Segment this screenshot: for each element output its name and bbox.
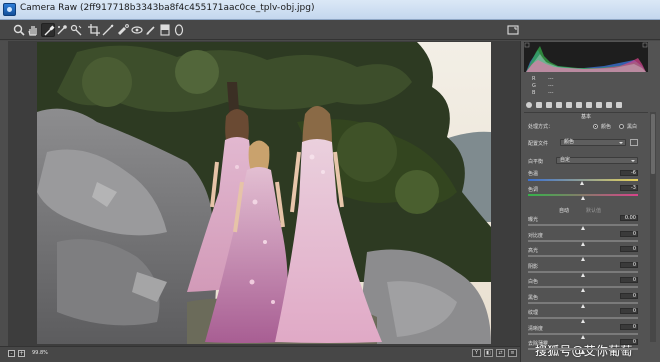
detail-tab-icon[interactable]: [546, 102, 552, 108]
slider-value[interactable]: 0: [620, 262, 638, 268]
basic-tab-icon[interactable]: [526, 102, 532, 108]
zoom-in-button[interactable]: +: [18, 350, 25, 357]
slider-value[interactable]: 0: [620, 308, 638, 314]
slider-label: 对比度: [528, 233, 544, 239]
split-toning-tab-icon[interactable]: [566, 102, 572, 108]
compare-view-button[interactable]: Y: [472, 349, 481, 357]
presets-tab-icon[interactable]: [606, 102, 612, 108]
slider-thumb[interactable]: [581, 257, 585, 261]
slider-label: 黑色: [528, 295, 539, 301]
treatment-label: 处理方式：: [528, 124, 554, 130]
treatment-bw-label: 黑白: [627, 124, 638, 130]
slider-thumb[interactable]: [581, 335, 585, 339]
treatment-color-radio[interactable]: [593, 124, 598, 129]
swap-button[interactable]: ⇄: [496, 349, 505, 357]
slider-label: 高光: [528, 248, 539, 254]
slider-label: 曝光: [528, 217, 539, 223]
temp-label: 色温: [528, 171, 539, 177]
slider-value[interactable]: 0.00: [620, 215, 638, 221]
slider-thumb[interactable]: [581, 226, 585, 230]
slider-value[interactable]: 0: [620, 324, 638, 330]
hsl-tab-icon[interactable]: [556, 102, 562, 108]
wb-label: 白平衡: [528, 159, 544, 165]
treatment-color-label: 颜色: [601, 124, 612, 130]
toolbar: [0, 20, 660, 40]
slider-label: 去除薄雾: [528, 341, 549, 347]
tint-label: 色调: [528, 187, 539, 193]
camera-raw-app-icon: [3, 3, 16, 16]
color-sampler-icon[interactable]: [55, 23, 69, 37]
slider-thumb[interactable]: [581, 304, 585, 308]
slider-thumb[interactable]: [581, 319, 585, 323]
preview-settings-button[interactable]: ≡: [508, 349, 517, 357]
straighten-icon[interactable]: [101, 23, 115, 37]
graduated-filter-icon[interactable]: [158, 23, 172, 37]
readout-b: B ---: [532, 90, 554, 96]
lens-tab-icon[interactable]: [576, 102, 582, 108]
panel-scrollbar[interactable]: [650, 112, 656, 342]
calibration-tab-icon[interactable]: [596, 102, 602, 108]
hand-icon[interactable]: [26, 23, 40, 37]
tint-value[interactable]: -3: [620, 185, 638, 191]
slider-value[interactable]: 0: [620, 231, 638, 237]
bottom-bar: [0, 346, 520, 362]
default-button[interactable]: 默认值: [586, 207, 601, 214]
slider-label: 白色: [528, 279, 539, 285]
radial-filter-icon[interactable]: [172, 23, 186, 37]
temp-value[interactable]: -6: [620, 170, 638, 176]
tint-thumb[interactable]: [581, 196, 585, 200]
slider-thumb[interactable]: [581, 350, 585, 354]
wb-select[interactable]: 自定: [556, 157, 638, 164]
slider-label: 清晰度: [528, 326, 544, 332]
before-after-button[interactable]: ◧: [484, 349, 493, 357]
slider-thumb[interactable]: [581, 273, 585, 277]
profile-select[interactable]: 颜色: [560, 139, 626, 146]
profile-browser-icon[interactable]: [630, 139, 638, 146]
profile-label: 配置文件: [528, 141, 549, 147]
photo-preview[interactable]: [37, 42, 491, 344]
histogram: [524, 42, 648, 72]
slider-value[interactable]: 0: [620, 339, 638, 345]
section-title: 基本: [524, 112, 648, 120]
spot-removal-icon[interactable]: [116, 23, 130, 37]
effects-tab-icon[interactable]: [586, 102, 592, 108]
adjustment-brush-icon[interactable]: [144, 23, 158, 37]
toggle-fullscreen-icon[interactable]: [506, 23, 520, 37]
readout-r: R ---: [532, 76, 554, 82]
crop-icon[interactable]: [87, 23, 101, 37]
temp-thumb[interactable]: [580, 181, 584, 185]
slider-label: 纹理: [528, 310, 539, 316]
title-bar: Camera Raw (2ff917718b3343ba8f4c455171aa…: [0, 0, 660, 20]
targeted-adjust-icon[interactable]: [69, 23, 83, 37]
slider-value[interactable]: 0: [620, 277, 638, 283]
rgb-readout: R --- G --- B ---: [528, 76, 640, 97]
panel-scroll-thumb[interactable]: [651, 114, 655, 174]
filmstrip-edge[interactable]: [0, 41, 8, 346]
auto-button[interactable]: 自动: [559, 207, 569, 214]
window-title: Camera Raw (2ff917718b3343ba8f4c455171aa…: [20, 3, 315, 13]
white-balance-icon[interactable]: [41, 23, 55, 37]
zoom-level[interactable]: 99.8%: [32, 349, 58, 357]
readout-g: G ---: [532, 83, 554, 89]
slider-thumb[interactable]: [581, 288, 585, 292]
tone-curve-tab-icon[interactable]: [536, 102, 542, 108]
treatment-bw-radio[interactable]: [619, 124, 624, 129]
slider-value[interactable]: 0: [620, 293, 638, 299]
zoom-out-button[interactable]: -: [8, 350, 15, 357]
slider-value[interactable]: 0: [620, 246, 638, 252]
slider-label: 阴影: [528, 264, 539, 270]
zoom-icon[interactable]: [12, 23, 26, 37]
snapshots-tab-icon[interactable]: [616, 102, 622, 108]
camera-raw-window: Camera Raw (2ff917718b3343ba8f4c455171aa…: [0, 0, 660, 362]
red-eye-icon[interactable]: [130, 23, 144, 37]
slider-thumb[interactable]: [581, 242, 585, 246]
panel-tab-icons: [526, 100, 646, 110]
